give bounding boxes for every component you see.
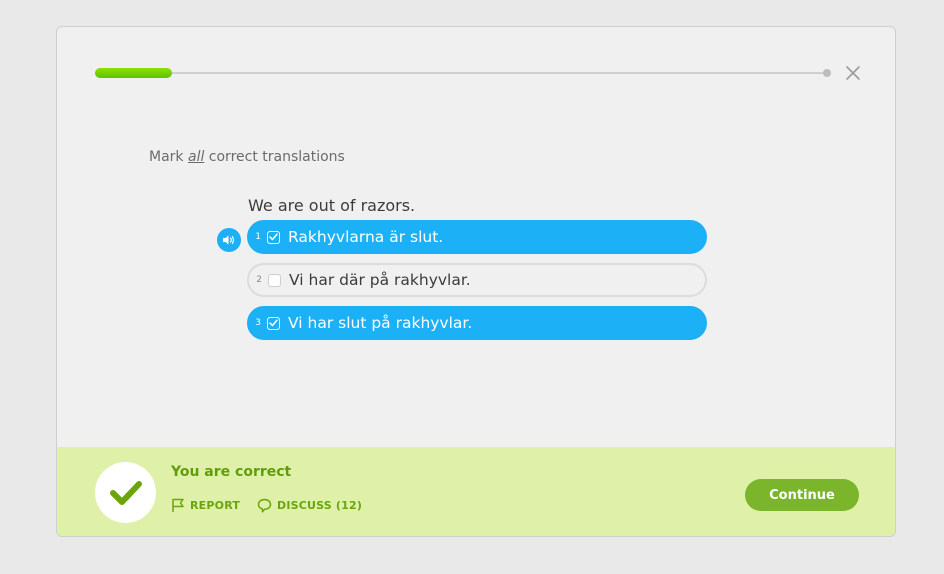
close-icon: [846, 66, 860, 80]
continue-button[interactable]: Continue: [745, 479, 859, 511]
option-checkbox[interactable]: [267, 316, 280, 330]
prompt-sentence: We are out of razors.: [248, 196, 416, 215]
instruction-prefix: Mark: [149, 149, 188, 165]
checkmark-icon: [269, 319, 278, 327]
progress-bar-end: [823, 69, 831, 77]
answer-options: 1 Rakhyvlarna är slut. 2 Vi har där på r…: [247, 220, 707, 349]
answer-option[interactable]: 1 Rakhyvlarna är slut.: [247, 220, 707, 254]
instruction-suffix: correct translations: [204, 149, 345, 165]
answer-option[interactable]: 3 Vi har slut på rakhyvlar.: [247, 306, 707, 340]
option-text: Vi har där på rakhyvlar.: [289, 271, 471, 289]
success-badge: [95, 462, 156, 523]
speaker-icon: [223, 235, 235, 245]
option-text: Vi har slut på rakhyvlar.: [288, 314, 473, 332]
instruction-emphasis: all: [187, 149, 205, 165]
option-number: 1: [255, 232, 261, 242]
speaker-button[interactable]: [217, 228, 241, 252]
checkmark-icon: [269, 233, 278, 241]
lesson-card: Mark all correct translations We are out…: [56, 26, 896, 537]
large-checkmark-icon: [109, 480, 142, 505]
report-label: REPORT: [190, 499, 241, 512]
option-number: 2: [256, 275, 262, 285]
instruction-text: Mark all correct translations: [149, 149, 345, 165]
close-button[interactable]: [843, 63, 863, 83]
progress-bar: [95, 68, 831, 78]
feedback-footer: You are correct REPORT DISCUSS (12) Cont…: [57, 447, 895, 536]
flag-icon: [172, 498, 184, 512]
option-checkbox[interactable]: [268, 273, 281, 287]
discuss-label: DISCUSS (12): [277, 499, 363, 512]
answer-option[interactable]: 2 Vi har där på rakhyvlar.: [247, 263, 707, 297]
feedback-status: You are correct: [171, 464, 292, 480]
option-text: Rakhyvlarna är slut.: [288, 228, 444, 246]
report-link[interactable]: REPORT: [171, 498, 240, 513]
progress-bar-fill: [95, 68, 172, 78]
discuss-link[interactable]: DISCUSS (12): [257, 498, 362, 513]
speech-bubble-icon: [257, 498, 272, 513]
option-number: 3: [255, 318, 261, 328]
option-checkbox[interactable]: [267, 230, 280, 244]
